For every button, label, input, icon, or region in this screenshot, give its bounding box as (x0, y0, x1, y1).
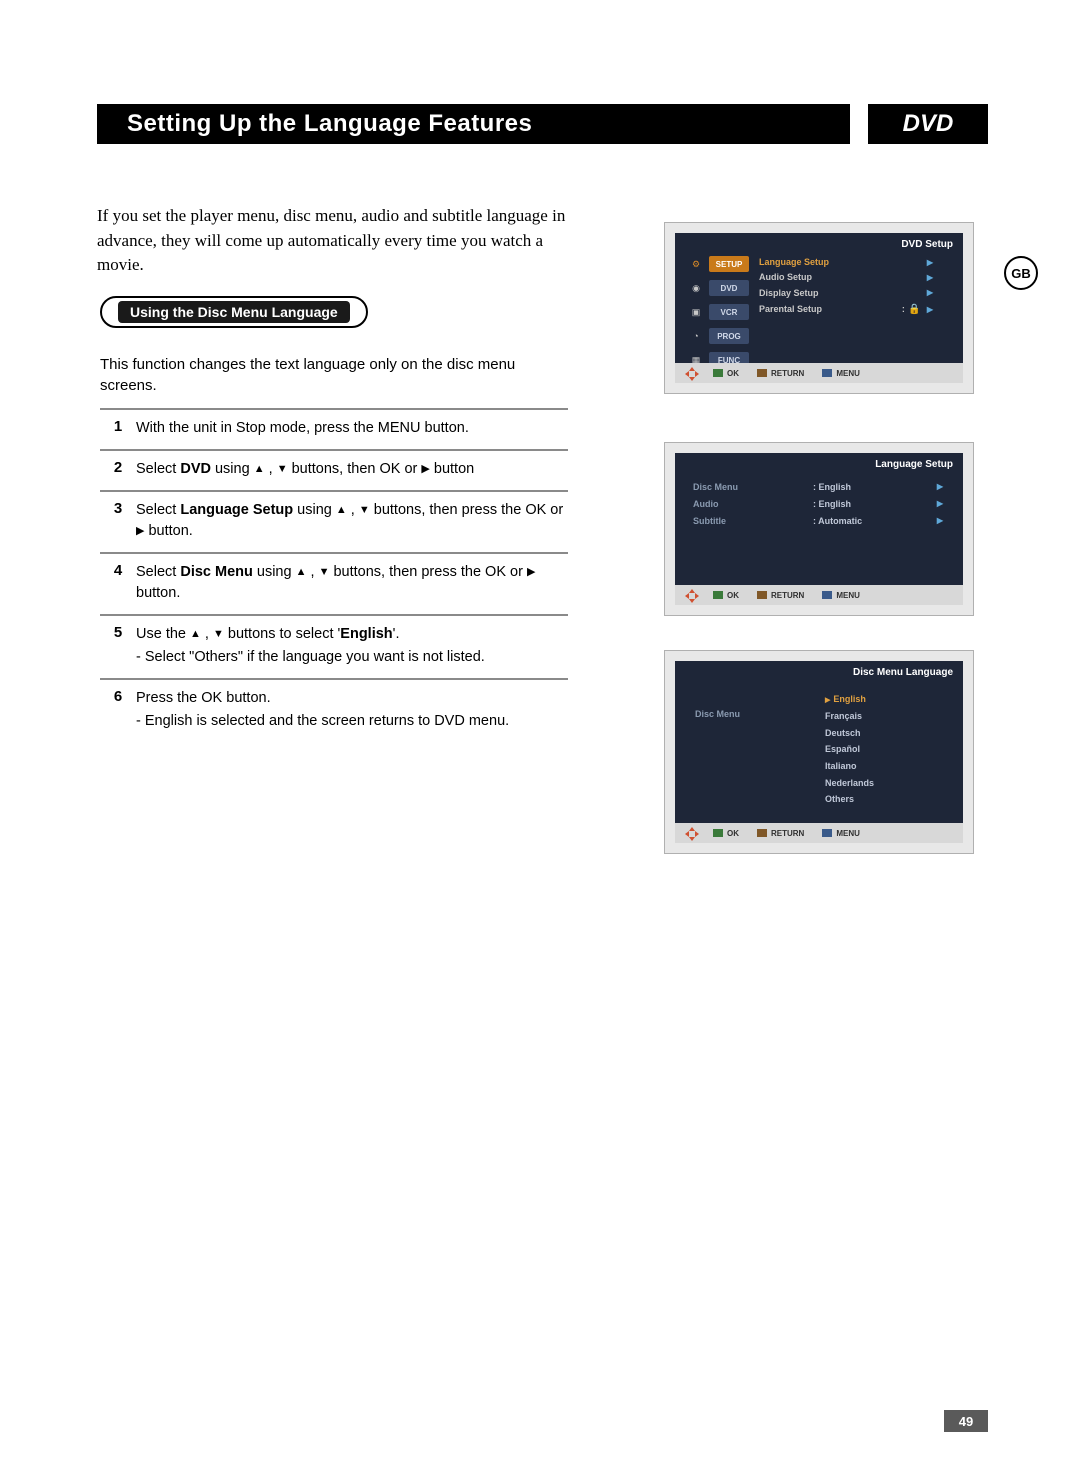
section-capsule: Using the Disc Menu Language (100, 296, 368, 328)
step-number: 1 (100, 418, 136, 439)
lang-option-nederlands: Nederlands (825, 775, 874, 792)
sidebar-label: DVD (709, 280, 749, 296)
return-key: RETURN (757, 591, 804, 600)
menu-item-parental-setup: Parental Setup:🔒▶ (759, 301, 933, 318)
osd-screenshot-language-setup: Language Setup Disc Menu: English▶ Audio… (664, 442, 974, 616)
arrow-right-icon: ▶ (937, 479, 943, 496)
menu-item-disc-menu: Disc Menu: English▶ (693, 479, 943, 496)
step-row: 2 Select DVD using ▲ , ▼ buttons, then O… (100, 449, 568, 490)
step-row: 5 Use the ▲ , ▼ buttons to select 'Engli… (100, 614, 568, 680)
step-number: 2 (100, 459, 136, 480)
return-key: RETURN (757, 369, 804, 378)
osd-menu-list: Language Setup▶ Audio Setup▶ Display Set… (759, 255, 933, 318)
arrow-right-icon: ▶ (927, 286, 933, 300)
lang-option-others: Others (825, 791, 874, 808)
step-number: 6 (100, 688, 136, 732)
step-text: With the unit in Stop mode, press the ME… (136, 418, 568, 439)
step-row: 4 Select Disc Menu using ▲ , ▼ buttons, … (100, 552, 568, 614)
osd-language-list: ▶English Français Deutsch Español Italia… (825, 691, 874, 808)
osd-body: DVD Setup ⚙SETUP ◉DVD ▣VCR ◔PROG ▦FUNC L… (675, 233, 963, 383)
page-title: Setting Up the Language Features (111, 104, 850, 144)
disc-icon: ◉ (686, 280, 706, 296)
step-number: 3 (100, 500, 136, 542)
section-description: This function changes the text language … (100, 354, 570, 396)
arrow-right-icon: ▶ (937, 496, 943, 513)
tape-icon: ▣ (686, 304, 706, 320)
osd-menu-list: Disc Menu: English▶ Audio: English▶ Subt… (693, 479, 943, 530)
step-number: 4 (100, 562, 136, 604)
osd-screenshot-disc-menu-language: Disc Menu Language Disc Menu ▶English Fr… (664, 650, 974, 854)
osd-left-label: Disc Menu (695, 709, 740, 719)
arrow-right-icon: ▶ (927, 256, 933, 270)
sidebar-label: PROG (709, 328, 749, 344)
step-number: 5 (100, 624, 136, 668)
sidebar-item-setup: ⚙SETUP (683, 253, 749, 275)
nav-cross-icon (685, 827, 701, 839)
section-heading: Using the Disc Menu Language (118, 301, 350, 323)
dvd-badge: DVD (868, 104, 988, 144)
ok-key: OK (713, 369, 739, 378)
sidebar-label: VCR (709, 304, 749, 320)
menu-item-audio-setup: Audio Setup▶ (759, 270, 933, 285)
menu-item-audio: Audio: English▶ (693, 496, 943, 513)
region-badge: GB (1004, 256, 1038, 290)
osd-title: Disc Menu Language (853, 667, 953, 678)
step-row: 6 Press the OK button.- English is selec… (100, 680, 568, 742)
arrow-right-icon: ▶ (927, 271, 933, 285)
nav-cross-icon (685, 367, 701, 379)
lang-option-francais: Français (825, 708, 874, 725)
step-row: 1 With the unit in Stop mode, press the … (100, 408, 568, 449)
lang-option-deutsch: Deutsch (825, 725, 874, 742)
osd-footer: OK RETURN MENU (675, 363, 963, 383)
arrow-right-icon: ▶ (825, 697, 830, 704)
osd-body: Disc Menu Language Disc Menu ▶English Fr… (675, 661, 963, 843)
arrow-right-icon: ▶ (937, 513, 943, 530)
osd-title: DVD Setup (901, 239, 953, 250)
lang-option-italiano: Italiano (825, 758, 874, 775)
step-text: Press the OK button.- English is selecte… (136, 688, 568, 732)
intro-text: If you set the player menu, disc menu, a… (97, 204, 577, 278)
step-text: Select Disc Menu using ▲ , ▼ buttons, th… (136, 562, 568, 604)
osd-body: Language Setup Disc Menu: English▶ Audio… (675, 453, 963, 605)
return-key: RETURN (757, 829, 804, 838)
osd-sidebar: ⚙SETUP ◉DVD ▣VCR ◔PROG ▦FUNC (683, 253, 749, 373)
title-gap (850, 104, 868, 144)
clock-icon: ◔ (686, 328, 706, 344)
step-row: 3 Select Language Setup using ▲ , ▼ butt… (100, 490, 568, 552)
arrow-right-icon: ▶ (927, 303, 933, 317)
lang-option-english: ▶English (825, 691, 874, 708)
ok-key: OK (713, 591, 739, 600)
menu-item-display-setup: Display Setup▶ (759, 286, 933, 301)
sidebar-label: SETUP (709, 256, 749, 272)
osd-screenshot-dvd-setup: DVD Setup ⚙SETUP ◉DVD ▣VCR ◔PROG ▦FUNC L… (664, 222, 974, 394)
title-bar: Setting Up the Language Features DVD (97, 104, 988, 144)
osd-footer: OK RETURN MENU (675, 585, 963, 605)
sidebar-item-vcr: ▣VCR (683, 301, 749, 323)
lang-option-espanol: Español (825, 741, 874, 758)
menu-item-subtitle: Subtitle: Automatic▶ (693, 513, 943, 530)
sidebar-item-dvd: ◉DVD (683, 277, 749, 299)
menu-key: MENU (822, 829, 860, 838)
step-text: Use the ▲ , ▼ buttons to select 'English… (136, 624, 568, 668)
osd-footer: OK RETURN MENU (675, 823, 963, 843)
step-text: Select DVD using ▲ , ▼ buttons, then OK … (136, 459, 568, 480)
sidebar-item-prog: ◔PROG (683, 325, 749, 347)
steps-list: 1 With the unit in Stop mode, press the … (100, 408, 568, 742)
nav-cross-icon (685, 589, 701, 601)
page-number: 49 (944, 1410, 988, 1432)
osd-title: Language Setup (875, 459, 953, 470)
step-text: Select Language Setup using ▲ , ▼ button… (136, 500, 568, 542)
title-gutter (97, 104, 111, 144)
lock-icon: 🔒 (908, 301, 920, 318)
page: Setting Up the Language Features DVD GB … (0, 0, 1080, 1482)
menu-key: MENU (822, 591, 860, 600)
gear-icon: ⚙ (686, 256, 706, 272)
ok-key: OK (713, 829, 739, 838)
menu-key: MENU (822, 369, 860, 378)
menu-item-language-setup: Language Setup▶ (759, 255, 933, 270)
